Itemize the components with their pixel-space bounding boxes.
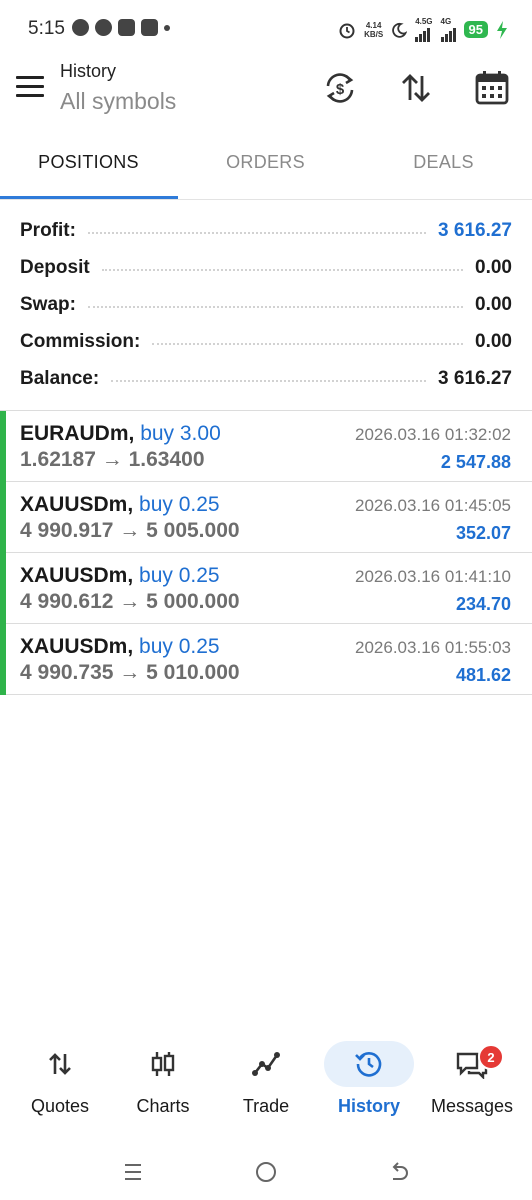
profit-value: 3 616.27 [438, 219, 512, 241]
alarm-icon [339, 23, 355, 38]
profit-label: Profit: [20, 219, 76, 241]
status-notification-icons [72, 19, 170, 36]
balance-label: Balance: [20, 367, 100, 389]
app-icon [141, 19, 158, 36]
quotes-arrows-icon [49, 1053, 71, 1075]
buy-indicator-bar [0, 624, 6, 695]
trade-prices: 4 990.735 → 5 010.000 [20, 661, 240, 684]
trade-symbol: XAUUSDm, buy 0.25 [20, 564, 220, 587]
nav-messages[interactable]: 2 Messages [420, 1040, 524, 1117]
trade-prices: 4 990.917 → 5 005.000 [20, 519, 240, 542]
home-button[interactable] [246, 1158, 286, 1186]
deposit-label: Deposit [20, 256, 90, 278]
currency-exchange-button[interactable]: $ [318, 66, 362, 110]
trade-symbol: EURAUDm, buy 3.00 [20, 422, 221, 445]
chat-icon [95, 19, 112, 36]
swap-label: Swap: [20, 293, 76, 315]
sort-button[interactable] [394, 66, 438, 110]
back-button[interactable] [379, 1158, 419, 1186]
trade-time: 2026.03.16 01:55:03 [355, 638, 511, 657]
battery-level: 95 [463, 21, 488, 38]
svg-text:$: $ [336, 81, 345, 98]
summary-balance-row: Balance: 3 616.27 [20, 360, 512, 397]
buy-indicator-bar [0, 482, 6, 553]
deposit-value: 0.00 [475, 256, 512, 278]
commission-value: 0.00 [475, 330, 512, 352]
active-nav-pill [324, 1041, 414, 1087]
buy-indicator-bar [0, 411, 6, 482]
candlestick-icon [151, 1052, 175, 1076]
dotted-leader [152, 342, 464, 345]
trade-side: buy 0.25 [139, 635, 220, 658]
summary-commission-row: Commission: 0.00 [20, 323, 512, 360]
calendar-button[interactable] [470, 66, 514, 110]
buy-indicator-bar [0, 553, 6, 624]
nav-trade[interactable]: Trade [214, 1040, 318, 1117]
history-clock-icon [355, 1052, 382, 1077]
moon-icon [392, 22, 408, 38]
net-speed: 4.14 KB/S [364, 20, 384, 39]
status-system-icons: 4.14 KB/S 4.5G 4G 95 [338, 17, 508, 42]
trade-row[interactable]: XAUUSDm, buy 0.25 4 990.612 → 5 000.000 … [0, 553, 532, 624]
trade-profit: 352.07 [455, 523, 511, 543]
trade-profit: 481.62 [455, 665, 511, 685]
tab-deals[interactable]: DEALS [355, 152, 532, 173]
nav-quotes[interactable]: Quotes [8, 1040, 112, 1117]
sort-arrows-icon [402, 74, 430, 102]
symbol-filter[interactable]: All symbols [60, 88, 176, 115]
trade-profit: 2 547.88 [440, 452, 511, 472]
signal-2: 4G [440, 17, 456, 42]
back-icon [392, 1162, 408, 1180]
tab-orders[interactable]: ORDERS [177, 152, 354, 173]
trade-symbol: XAUUSDm, buy 0.25 [20, 493, 220, 516]
facebook-icon [72, 19, 89, 36]
calendar-icon [475, 71, 509, 105]
messages-badge: 2 [478, 1044, 504, 1070]
trade-side: buy 0.25 [139, 564, 220, 587]
trade-time: 2026.03.16 01:41:10 [355, 567, 511, 586]
recent-apps-button[interactable] [113, 1158, 153, 1186]
status-time: 5:15 [28, 18, 65, 39]
trade-side: buy 3.00 [140, 422, 221, 445]
trade-time: 2026.03.16 01:45:05 [355, 496, 511, 515]
nav-quotes-label: Quotes [30, 1096, 90, 1116]
currency-exchange-icon: $ [326, 73, 354, 103]
trade-prices: 4 990.612 → 5 000.000 [20, 590, 240, 613]
more-dot-icon [164, 24, 170, 31]
tab-divider [0, 199, 532, 200]
trade-time: 2026.03.16 01:32:02 [355, 425, 511, 444]
trade-row[interactable]: XAUUSDm, buy 0.25 4 990.917 → 5 005.000 … [0, 482, 532, 553]
trade-line-icon [252, 1052, 280, 1076]
nav-charts[interactable]: Charts [111, 1040, 215, 1117]
dotted-leader [87, 231, 427, 234]
nav-messages-label: Messages [430, 1096, 514, 1116]
nav-history-label: History [337, 1096, 400, 1116]
charging-icon [497, 20, 507, 39]
home-circle-icon [256, 1162, 276, 1182]
page-title: History [60, 61, 117, 81]
trade-symbol: XAUUSDm, buy 0.25 [20, 635, 220, 658]
balance-value: 3 616.27 [438, 367, 512, 389]
nav-history[interactable]: History [317, 1040, 421, 1117]
summary-profit-row: Profit: 3 616.27 [20, 212, 512, 249]
menu-button[interactable] [16, 76, 44, 103]
trade-row[interactable]: XAUUSDm, buy 0.25 4 990.735 → 5 010.000 … [0, 624, 532, 695]
dotted-leader [87, 305, 464, 308]
swap-value: 0.00 [475, 293, 512, 315]
youtube-icon [118, 19, 135, 36]
trade-side: buy 0.25 [139, 493, 220, 516]
tab-positions[interactable]: POSITIONS [0, 152, 177, 173]
signal-1: 4.5G [415, 17, 433, 42]
trade-prices: 1.62187 → 1.63400 [20, 448, 205, 471]
summary-swap-row: Swap: 0.00 [20, 286, 512, 323]
trade-row[interactable]: EURAUDm, buy 3.00 1.62187 → 1.63400 2026… [0, 411, 532, 482]
dotted-leader [101, 268, 464, 271]
recent-apps-icon [125, 1164, 141, 1180]
nav-trade-label: Trade [242, 1096, 290, 1116]
nav-charts-label: Charts [136, 1096, 190, 1116]
summary-deposit-row: Deposit 0.00 [20, 249, 512, 286]
commission-label: Commission: [20, 330, 141, 352]
trade-profit: 234.70 [455, 594, 511, 614]
dotted-leader [111, 379, 427, 382]
